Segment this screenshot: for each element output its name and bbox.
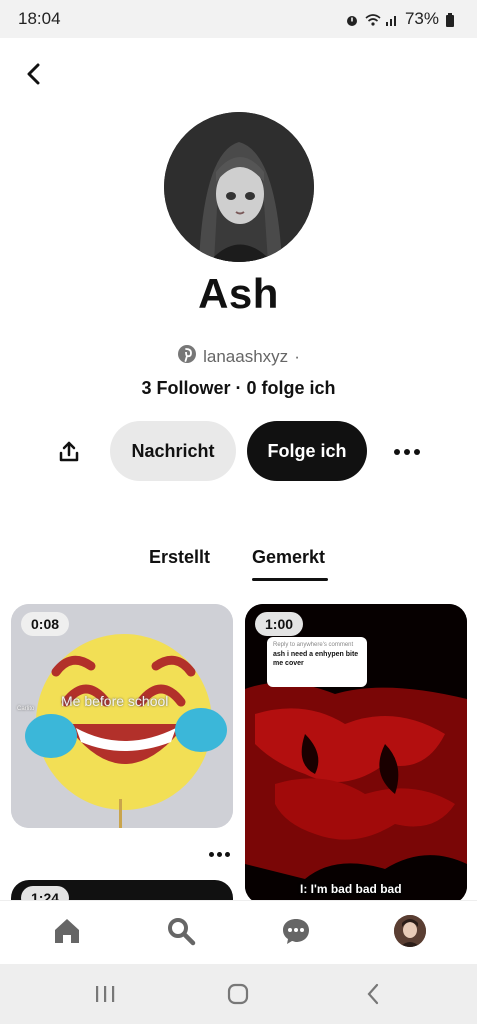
more-options-button[interactable] (388, 435, 426, 469)
system-home-button[interactable] (225, 982, 251, 1006)
nav-messages[interactable] (280, 915, 312, 947)
profile-actions: Nachricht Folge ich (0, 421, 477, 481)
username-row: lanaashxyz · (0, 344, 477, 369)
home-icon (55, 919, 79, 943)
bottom-nav (0, 900, 477, 964)
tab-created[interactable]: Erstellt (149, 547, 210, 568)
profile-thumb-image (394, 915, 426, 947)
pin-card[interactable]: 0:08 Me before school Carlito (11, 604, 233, 828)
pinterest-logo-icon (177, 344, 197, 369)
share-button[interactable] (52, 435, 86, 469)
chevron-left-icon (27, 63, 40, 85)
video-duration-badge: 1:00 (255, 612, 304, 636)
pin-card[interactable]: 1:00 Reply to anywhere's comment ash i n… (245, 604, 467, 904)
system-nav-bar (0, 964, 477, 1024)
search-icon (168, 918, 196, 946)
nav-home[interactable] (51, 915, 83, 947)
username-separator: · (294, 346, 300, 366)
recent-apps-icon (96, 986, 115, 1002)
pin-more-button[interactable] (206, 849, 232, 859)
more-horizontal-icon (208, 851, 214, 857)
system-home-icon (227, 983, 249, 1005)
comment-title: Reply to anywhere's comment (273, 642, 354, 648)
nav-profile-avatar[interactable] (394, 915, 426, 947)
system-back-icon (367, 983, 379, 1005)
system-back-button[interactable] (360, 982, 386, 1006)
reply-comment-box: Reply to anywhere's comment ash i need a… (267, 637, 367, 687)
follow-button[interactable]: Folge ich (247, 421, 367, 481)
status-time: 18:04 (18, 9, 61, 28)
pin-small-label: Carlito (17, 706, 35, 712)
username[interactable]: lanaashxyz (203, 347, 288, 367)
share-icon (59, 441, 79, 462)
status-icons: 73% (345, 9, 459, 29)
active-tab-indicator (252, 578, 328, 581)
status-bar: 18:04 73% (0, 0, 477, 38)
pin-image (11, 604, 233, 828)
video-duration-badge: 0:08 (21, 612, 70, 636)
battery-percent: 73% (404, 9, 439, 28)
alarm-icon (345, 12, 359, 26)
nav-search[interactable] (165, 915, 197, 947)
profile-name: Ash (198, 270, 279, 317)
follower-counts[interactable]: 3 Follower · 0 folge ich (0, 378, 477, 399)
recent-apps-button[interactable] (92, 982, 118, 1006)
pin-overlay-text: Me before school (61, 693, 169, 709)
profile-avatar[interactable] (164, 112, 314, 262)
pin-caption: I: I'm bad bad bad (300, 882, 402, 896)
chat-bubble-icon (283, 919, 309, 944)
battery-icon (445, 12, 459, 27)
message-button[interactable]: Nachricht (110, 421, 236, 481)
signal-icon (385, 12, 399, 26)
comment-text: ash i need a enhypen bite me cover (273, 651, 359, 667)
profile-tabs: Erstellt Gemerkt (0, 545, 477, 585)
avatar-image (164, 112, 314, 262)
more-horizontal-icon (394, 449, 400, 455)
tab-saved[interactable]: Gemerkt (252, 547, 325, 568)
back-button[interactable] (18, 58, 50, 90)
wifi-icon (365, 12, 381, 26)
